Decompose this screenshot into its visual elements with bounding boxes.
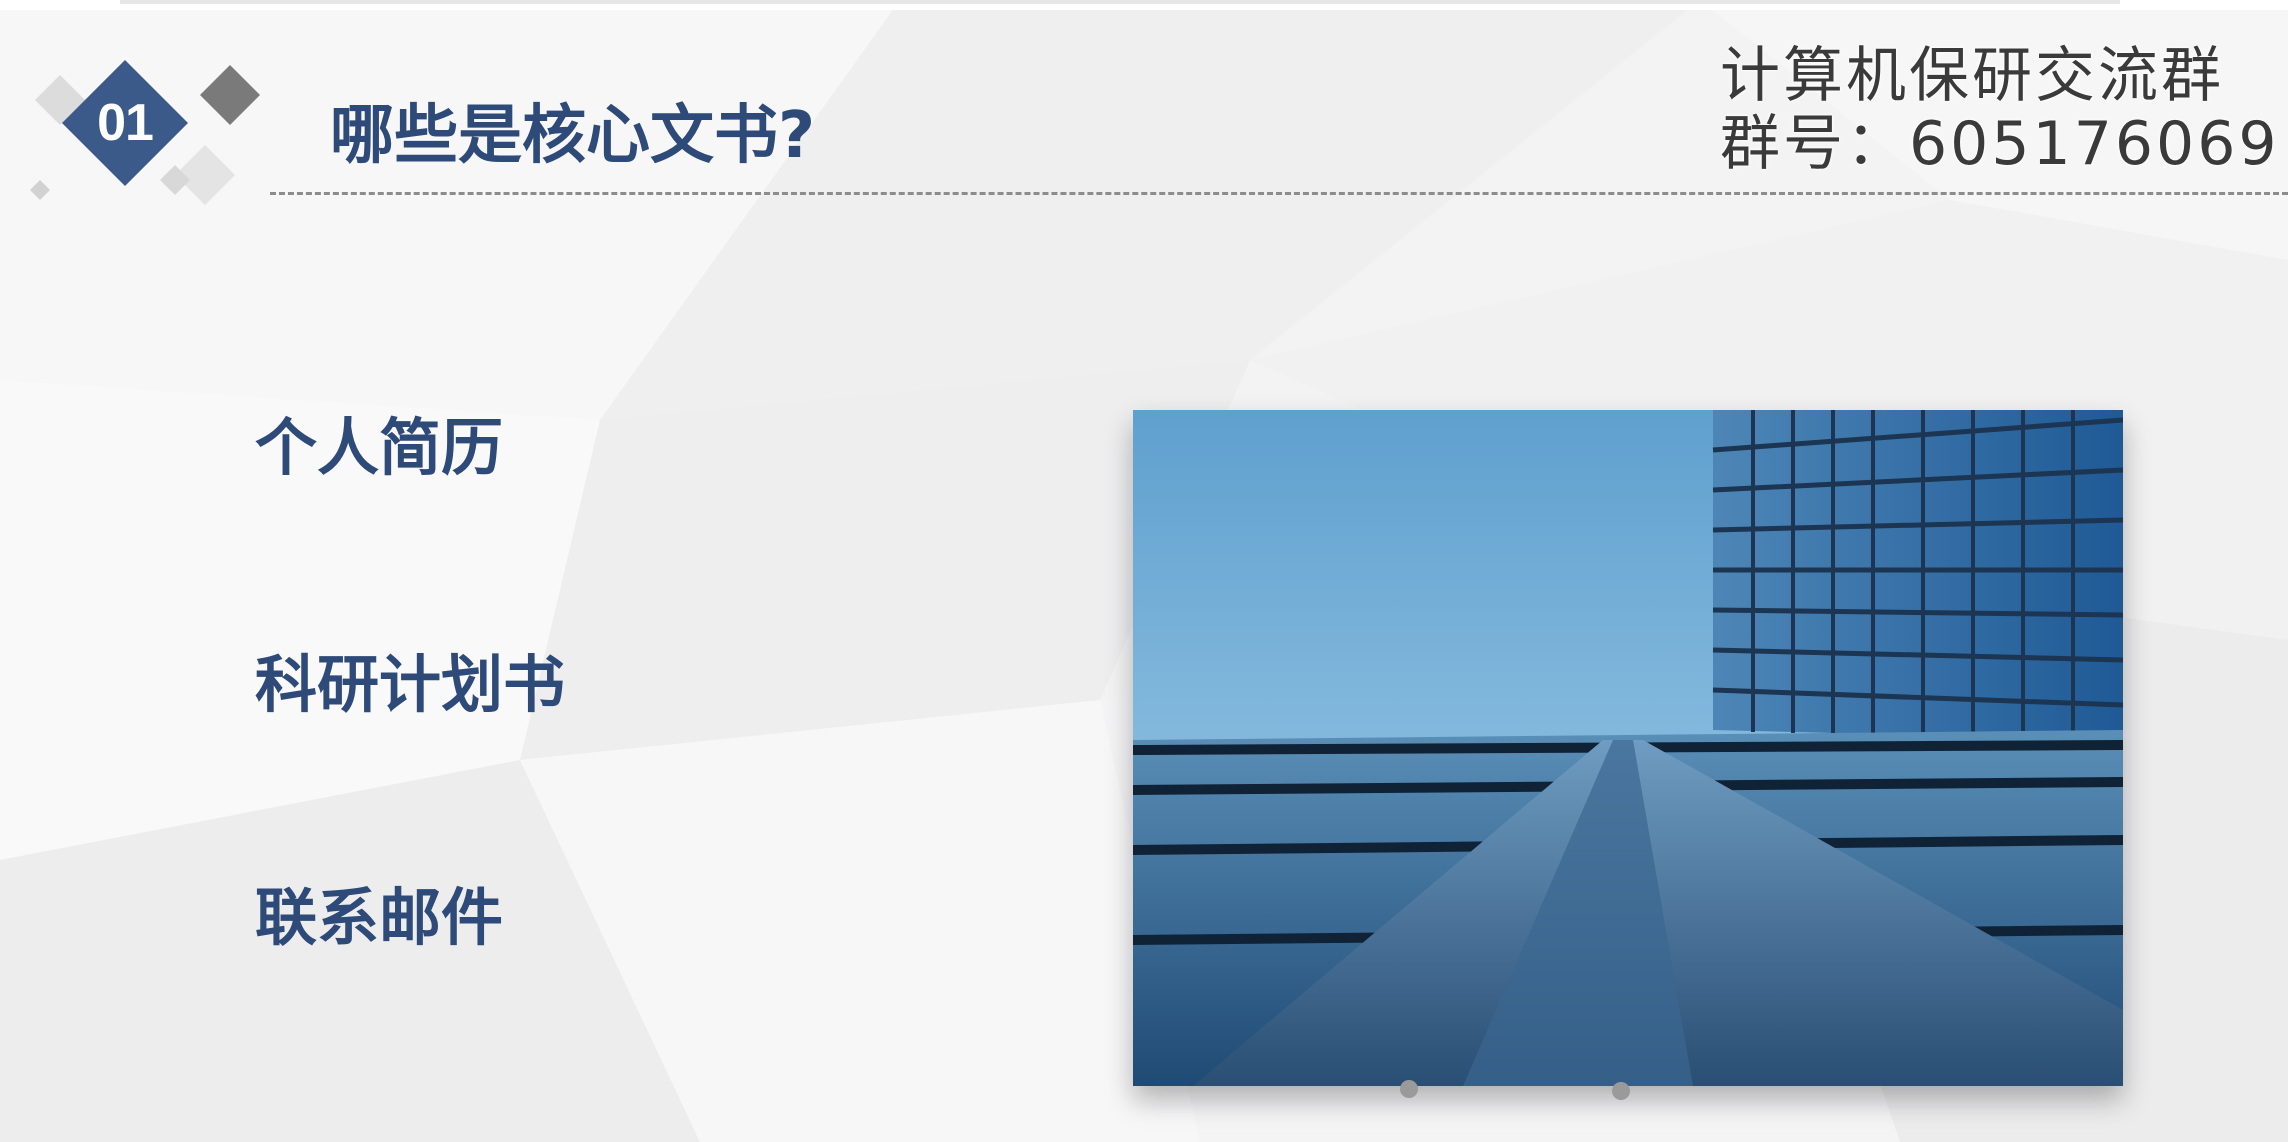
- pagination-dot[interactable]: [1612, 1082, 1630, 1100]
- section-number: 01: [97, 94, 154, 152]
- title-divider: [270, 192, 2288, 195]
- pagination-dot[interactable]: [1400, 1080, 1418, 1098]
- watermark: 计算机保研交流群 群号：605176069: [1720, 42, 2288, 178]
- building-photo: [1133, 410, 2123, 1086]
- slide-title: 哪些是核心文书?: [330, 99, 816, 173]
- slide-canvas: 01 哪些是核心文书? 计算机保研交流群 群号：605176069 个人简历 科…: [0, 0, 2288, 1142]
- doc-item-research-plan: 科研计划书: [255, 648, 566, 721]
- watermark-line-2: 群号：605176069: [1720, 109, 2280, 179]
- glass-building-photo-icon: [1133, 410, 2123, 1086]
- doc-item-contact-email: 联系邮件: [255, 881, 504, 954]
- top-border: [0, 0, 2288, 10]
- watermark-line-1: 计算机保研交流群: [1720, 41, 2224, 111]
- doc-item-resume: 个人简历: [255, 411, 504, 484]
